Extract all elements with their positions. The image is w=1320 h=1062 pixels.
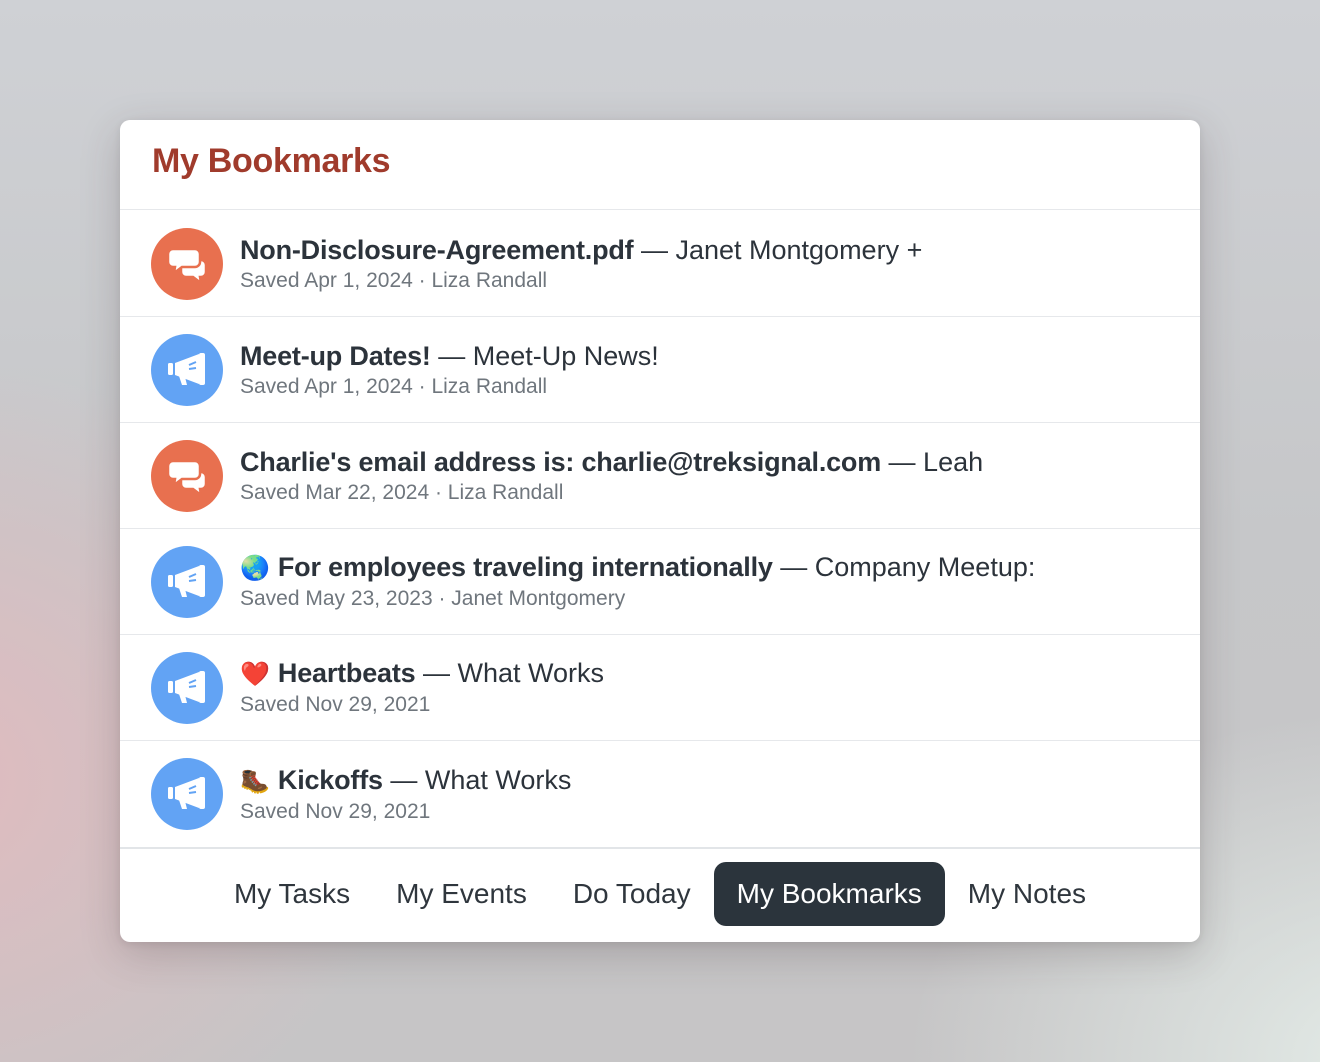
bookmark-title: Kickoffs (277, 764, 383, 795)
bookmark-context: — What Works (415, 658, 604, 688)
bookmark-type-avatar (151, 758, 223, 830)
bookmark-meta: Saved Nov 29, 2021 (240, 693, 431, 716)
bookmark-item[interactable]: ❤️ Heartbeats — What Works Saved Nov 29, … (120, 635, 1200, 741)
bookmark-meta: Saved Apr 1, 2024 · Liza Randall (240, 374, 548, 398)
bookmark-meta: Saved Apr 1, 2024 · Liza Randall (240, 268, 548, 292)
tab-do-today[interactable]: Do Today (550, 862, 714, 926)
tab-my-bookmarks[interactable]: My Bookmarks (713, 861, 945, 926)
bookmark-item[interactable]: Meet-up Dates! — Meet-Up News! Saved Apr… (120, 317, 1200, 423)
bookmark-type-avatar (151, 651, 223, 724)
chat-bubbles-icon (166, 459, 208, 498)
card-header: My Bookmarks (120, 120, 1200, 210)
bookmark-context: — Company Meetup: (772, 552, 1036, 582)
bookmark-title: Meet-up Dates! (240, 340, 431, 371)
bookmark-meta: Saved May 23, 2023 · Janet Montgomery (240, 587, 626, 610)
bookmark-title-line: ❤️ Heartbeats — What Works (240, 656, 604, 691)
bottom-tab-bar: My Tasks My Events Do Today My Bookmarks… (120, 847, 1200, 942)
megaphone-icon (168, 352, 205, 385)
page-title: My Bookmarks (152, 142, 391, 180)
bookmark-list: Non-Disclosure-Agreement.pdf — Janet Mon… (120, 211, 1200, 847)
bookmark-title-line: Meet-up Dates! — Meet-Up News! (240, 339, 659, 373)
bookmark-item[interactable]: Non-Disclosure-Agreement.pdf — Janet Mon… (120, 211, 1200, 317)
megaphone-icon (168, 777, 205, 809)
bookmarks-card: My Bookmarks Non-Disclosure-Agreement.pd… (120, 120, 1200, 942)
chat-bubbles-icon (166, 247, 208, 286)
tab-my-events[interactable]: My Events (373, 862, 550, 926)
tab-my-notes[interactable]: My Notes (945, 862, 1109, 926)
bookmark-type-avatar (151, 227, 223, 300)
megaphone-icon (168, 670, 205, 703)
bookmark-item[interactable]: 🌏 For employees traveling internationally… (120, 529, 1200, 635)
bookmark-title: For employees traveling internationally (277, 552, 773, 582)
bookmark-title: Charlie's email address is: charlie@trek… (240, 446, 882, 477)
heart-emoji: ❤️ (240, 660, 270, 688)
megaphone-icon (168, 564, 205, 597)
bookmark-type-avatar (151, 333, 223, 406)
bookmark-title: Heartbeats (277, 658, 416, 688)
bookmark-type-avatar (151, 545, 223, 618)
hiking-boot-emoji: 🥾 (240, 766, 270, 795)
bookmark-item[interactable]: Charlie's email address is: charlie@trek… (120, 423, 1200, 529)
bookmark-title-line: Charlie's email address is: charlie@trek… (240, 445, 983, 479)
bookmark-title-line: 🌏 For employees traveling internationally… (240, 550, 1035, 585)
bookmark-context: — Janet Montgomery + (633, 234, 923, 265)
tab-my-tasks[interactable]: My Tasks (211, 862, 373, 926)
bookmark-item[interactable]: 🥾 Kickoffs — What Works Saved Nov 29, 202… (120, 741, 1200, 847)
bookmark-type-avatar (151, 439, 223, 512)
bookmark-context: — What Works (382, 764, 572, 795)
bookmark-title-line: Non-Disclosure-Agreement.pdf — Janet Mon… (240, 233, 922, 267)
globe-emoji: 🌏 (240, 554, 270, 582)
bookmark-context: — Leah (881, 446, 984, 477)
bookmark-context: — Meet-Up News! (430, 340, 659, 371)
bookmark-meta: Saved Mar 22, 2024 · Liza Randall (240, 480, 564, 504)
bookmark-title: Non-Disclosure-Agreement.pdf (240, 234, 634, 265)
bookmark-title-line: 🥾 Kickoffs — What Works (240, 763, 571, 798)
bookmark-meta: Saved Nov 29, 2021 (240, 799, 431, 823)
